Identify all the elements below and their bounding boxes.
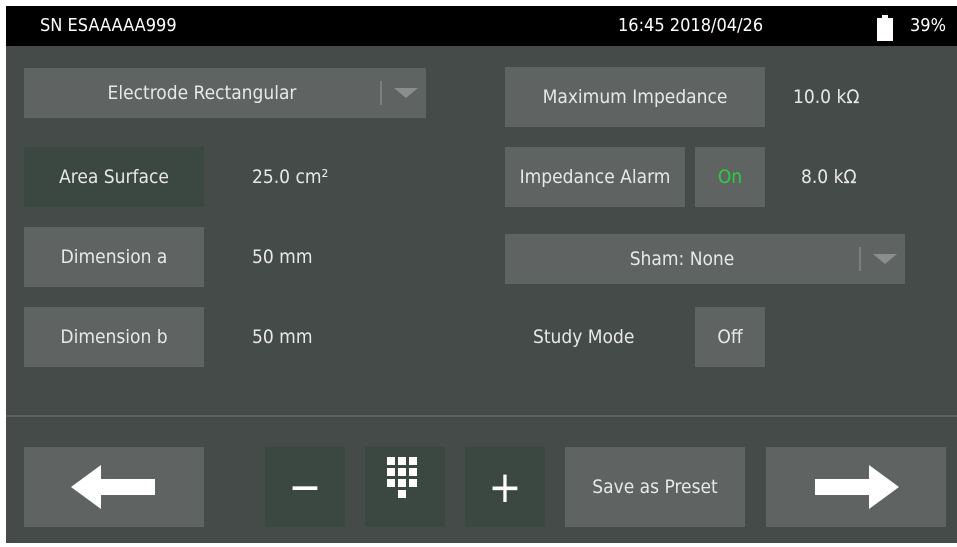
impedance-alarm-button[interactable]: Impedance Alarm (505, 147, 685, 207)
arrow-left-icon (71, 465, 155, 509)
sham-label: Sham: None (629, 248, 735, 270)
serial-number: SN ESAAAAA999 (40, 15, 177, 36)
keypad-icon (387, 457, 417, 498)
area-surface-label: Area Surface (59, 166, 169, 188)
max-impedance-label: Maximum Impedance (542, 86, 728, 108)
study-mode-state: Off (717, 326, 743, 348)
dimension-a-label: Dimension a (60, 246, 168, 268)
plus-icon: + (488, 461, 522, 513)
electrode-type-label: Electrode Rectangular (107, 82, 297, 104)
keypad-button[interactable] (365, 447, 445, 527)
dimension-b-label: Dimension b (60, 326, 168, 348)
datetime: 16:45 2018/04/26 (618, 15, 764, 36)
impedance-alarm-state: On (717, 166, 743, 188)
status-bar: SN ESAAAAA999 16:45 2018/04/26 39% (6, 6, 957, 46)
divider (6, 415, 957, 417)
next-button[interactable] (766, 447, 946, 527)
dimension-b-value: 50 mm (252, 326, 313, 348)
chevron-down-icon (859, 234, 905, 284)
decrement-button[interactable]: − (265, 447, 345, 527)
battery-icon (877, 15, 893, 41)
device-screen: SN ESAAAAA999 16:45 2018/04/26 39% Elect… (6, 6, 957, 543)
max-impedance-button[interactable]: Maximum Impedance (505, 67, 765, 127)
sham-dropdown[interactable]: Sham: None (505, 234, 905, 284)
arrow-right-icon (815, 465, 899, 509)
impedance-alarm-value: 8.0 kΩ (801, 166, 857, 188)
electrode-type-dropdown[interactable]: Electrode Rectangular (24, 68, 426, 118)
save-preset-label: Save as Preset (592, 476, 718, 498)
study-mode-label: Study Mode (533, 326, 635, 348)
dimension-a-button[interactable]: Dimension a (24, 227, 204, 287)
dimension-a-value: 50 mm (252, 246, 313, 268)
save-preset-button[interactable]: Save as Preset (565, 447, 745, 527)
max-impedance-value: 10.0 kΩ (793, 86, 860, 108)
impedance-alarm-toggle[interactable]: On (695, 147, 765, 207)
minus-icon: − (288, 461, 322, 513)
chevron-down-icon (380, 68, 426, 118)
area-surface-button[interactable]: Area Surface (24, 147, 204, 207)
battery-level: 39% (910, 15, 946, 36)
increment-button[interactable]: + (465, 447, 545, 527)
impedance-alarm-label: Impedance Alarm (519, 166, 671, 188)
dimension-b-button[interactable]: Dimension b (24, 307, 204, 367)
back-button[interactable] (24, 447, 204, 527)
area-surface-value: 25.0 cm² (252, 166, 329, 188)
study-mode-toggle[interactable]: Off (695, 307, 765, 367)
